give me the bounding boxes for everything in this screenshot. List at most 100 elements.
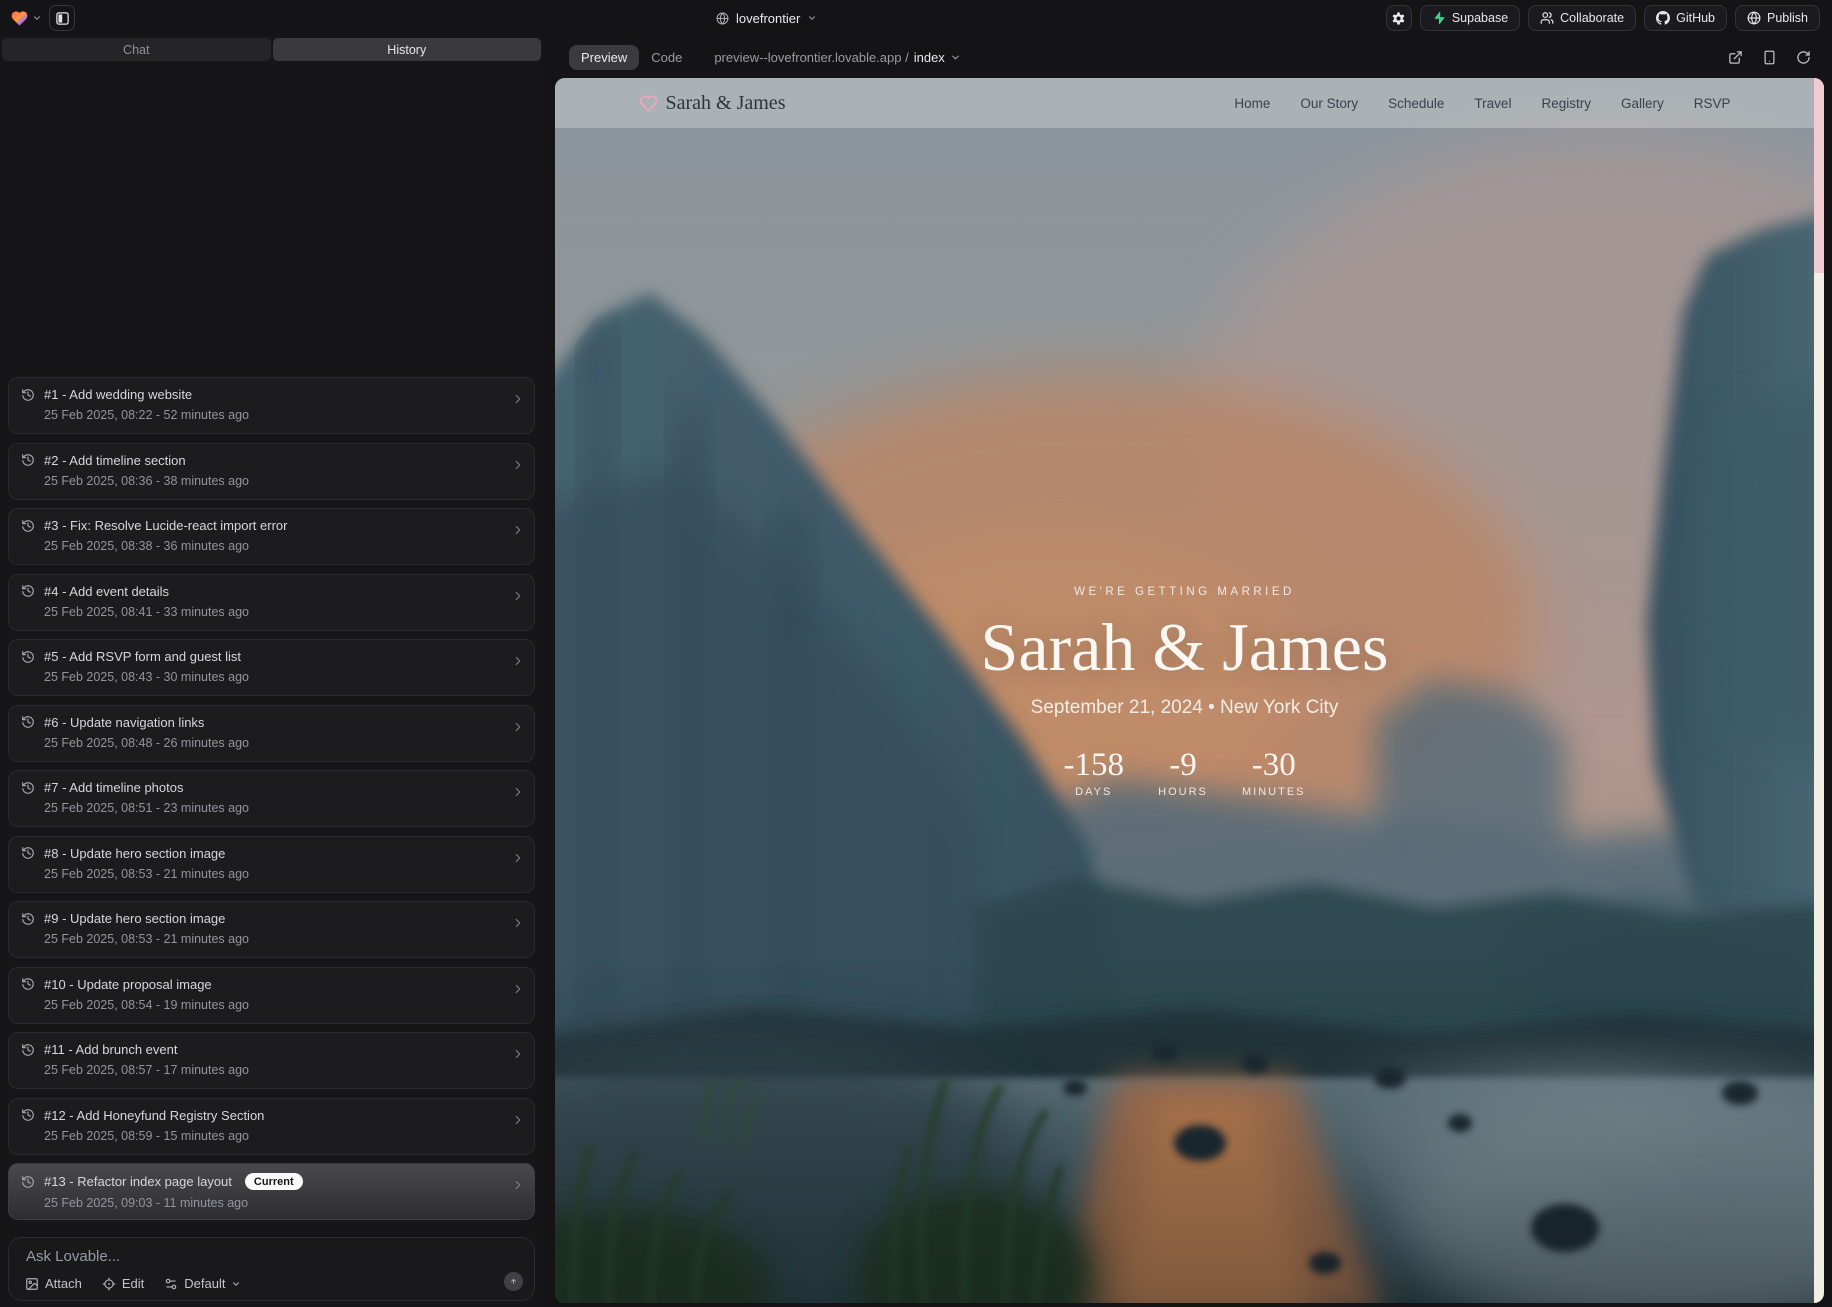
- chevron-right-icon: [511, 392, 525, 406]
- panel-tabs: Chat History: [2, 38, 541, 61]
- project-switcher[interactable]: lovefrontier: [716, 0, 817, 36]
- supabase-icon: [1432, 11, 1446, 25]
- history-icon: [21, 519, 35, 533]
- countdown-value: -158: [1064, 747, 1125, 783]
- history-item[interactable]: #7 - Add timeline photos 25 Feb 2025, 08…: [8, 770, 535, 827]
- preview-scrollbar-thumb[interactable]: [1814, 78, 1824, 273]
- countdown-label: HOURS: [1154, 786, 1212, 798]
- history-item-title: #1 - Add wedding website: [44, 387, 192, 402]
- history-item[interactable]: #12 - Add Honeyfund Registry Section 25 …: [8, 1098, 535, 1155]
- history-item[interactable]: #1 - Add wedding website 25 Feb 2025, 08…: [8, 377, 535, 434]
- history-item[interactable]: #13 - Refactor index page layout Current…: [8, 1163, 535, 1220]
- history-item-title: #5 - Add RSVP form and guest list: [44, 649, 241, 664]
- history-list: #1 - Add wedding website 25 Feb 2025, 08…: [8, 377, 535, 1220]
- toggle-sidebar-button[interactable]: [49, 5, 75, 31]
- history-icon: [21, 781, 35, 795]
- history-item-title: #9 - Update hero section image: [44, 911, 225, 926]
- history-item[interactable]: #9 - Update hero section image 25 Feb 20…: [8, 901, 535, 958]
- edit-button[interactable]: Edit: [102, 1276, 144, 1291]
- github-button[interactable]: GitHub: [1644, 5, 1727, 31]
- nav-link-registry[interactable]: Registry: [1541, 96, 1591, 111]
- history-item[interactable]: #2 - Add timeline section 25 Feb 2025, 0…: [8, 443, 535, 500]
- tab-preview[interactable]: Preview: [569, 45, 639, 70]
- lovable-logo-menu[interactable]: [10, 9, 42, 28]
- history-item-timestamp: 25 Feb 2025, 09:03 - 11 minutes ago: [44, 1196, 504, 1210]
- tab-history[interactable]: History: [273, 38, 542, 61]
- history-item-timestamp: 25 Feb 2025, 08:51 - 23 minutes ago: [44, 801, 504, 815]
- sidebar-panel-icon: [55, 11, 70, 26]
- tab-code[interactable]: Code: [639, 45, 694, 70]
- attach-button[interactable]: Attach: [25, 1276, 82, 1291]
- history-item[interactable]: #10 - Update proposal image 25 Feb 2025,…: [8, 967, 535, 1024]
- publish-button[interactable]: Publish: [1735, 5, 1820, 31]
- target-icon: [102, 1277, 116, 1291]
- site-nav: Home Our Story Schedule Travel Registry Galle…: [1234, 96, 1730, 111]
- site-logo[interactable]: Sarah & James: [639, 92, 786, 115]
- nav-link-gallery[interactable]: Gallery: [1621, 96, 1664, 111]
- site-logo-text: Sarah & James: [666, 92, 786, 115]
- chevron-right-icon: [511, 589, 525, 603]
- preview-scrollbar[interactable]: [1814, 78, 1824, 1303]
- history-item-title: #7 - Add timeline photos: [44, 780, 183, 795]
- smartphone-icon: [1762, 50, 1777, 65]
- history-item[interactable]: #6 - Update navigation links 25 Feb 2025…: [8, 705, 535, 762]
- countdown-label: DAYS: [1064, 786, 1125, 798]
- countdown-minutes: -30 MINUTES: [1242, 747, 1306, 798]
- chevron-down-icon: [231, 1279, 241, 1289]
- hero-eyebrow: WE'RE GETTING MARRIED: [555, 586, 1814, 598]
- countdown-days: -158 DAYS: [1064, 747, 1125, 798]
- website-preview[interactable]: Sarah & James Home Our Story Schedule Trave…: [555, 78, 1824, 1303]
- nav-link-home[interactable]: Home: [1234, 96, 1270, 111]
- history-icon: [21, 977, 35, 991]
- chevron-right-icon: [511, 982, 525, 996]
- mode-select[interactable]: Default: [164, 1276, 241, 1291]
- supabase-button[interactable]: Supabase: [1420, 5, 1520, 31]
- history-icon: [21, 453, 35, 467]
- external-link-icon: [1728, 50, 1743, 65]
- history-item[interactable]: #5 - Add RSVP form and guest list 25 Feb…: [8, 639, 535, 696]
- history-item[interactable]: #8 - Update hero section image 25 Feb 20…: [8, 836, 535, 893]
- nav-link-rsvp[interactable]: RSVP: [1694, 96, 1731, 111]
- collaborate-button[interactable]: Collaborate: [1528, 5, 1636, 31]
- countdown-label: MINUTES: [1242, 786, 1306, 798]
- preview-url[interactable]: preview--lovefrontier.lovable.app / inde…: [714, 50, 960, 65]
- refresh-button[interactable]: [1792, 46, 1814, 68]
- composer-actions: Attach Edit Default: [25, 1276, 241, 1291]
- chevron-right-icon: [511, 458, 525, 472]
- preview-header: Preview Code preview--lovefrontier.lovab…: [549, 38, 1832, 76]
- history-item-timestamp: 25 Feb 2025, 08:36 - 38 minutes ago: [44, 474, 504, 488]
- history-item-timestamp: 25 Feb 2025, 08:54 - 19 minutes ago: [44, 998, 504, 1012]
- settings-button[interactable]: [1386, 5, 1412, 31]
- history-icon: [21, 388, 35, 402]
- history-icon: [21, 650, 35, 664]
- hero-date: September 21, 2024 • New York City: [555, 697, 1814, 719]
- hero-content: WE'RE GETTING MARRIED Sarah & James Sept…: [555, 586, 1814, 798]
- chevron-right-icon: [511, 785, 525, 799]
- nav-link-travel[interactable]: Travel: [1474, 96, 1511, 111]
- open-in-new-tab-button[interactable]: [1724, 46, 1746, 68]
- history-icon: [21, 912, 35, 926]
- tab-chat[interactable]: Chat: [2, 38, 271, 61]
- nav-link-schedule[interactable]: Schedule: [1388, 96, 1444, 111]
- countdown-value: -30: [1242, 747, 1306, 783]
- chevron-right-icon: [511, 720, 525, 734]
- chat-input[interactable]: Ask Lovable...: [26, 1248, 120, 1265]
- send-button[interactable]: [504, 1272, 523, 1291]
- history-item-title: #6 - Update navigation links: [44, 715, 204, 730]
- history-icon: [21, 584, 35, 598]
- countdown-value: -9: [1154, 747, 1212, 783]
- topbar: lovefrontier Supabase Collaborate GitHub: [0, 0, 1832, 36]
- history-item[interactable]: #3 - Fix: Resolve Lucide-react import er…: [8, 508, 535, 565]
- history-item-timestamp: 25 Feb 2025, 08:22 - 52 minutes ago: [44, 408, 504, 422]
- users-icon: [1540, 11, 1554, 25]
- mobile-view-button[interactable]: [1758, 46, 1780, 68]
- history-item[interactable]: #4 - Add event details 25 Feb 2025, 08:4…: [8, 574, 535, 631]
- history-item[interactable]: #11 - Add brunch event 25 Feb 2025, 08:5…: [8, 1032, 535, 1089]
- composer[interactable]: Ask Lovable... Attach Edit Default: [8, 1237, 535, 1301]
- history-item-timestamp: 25 Feb 2025, 08:59 - 15 minutes ago: [44, 1129, 504, 1143]
- globe-icon: [1747, 11, 1761, 25]
- url-page: index: [914, 50, 945, 65]
- nav-link-our-story[interactable]: Our Story: [1300, 96, 1358, 111]
- history-item-timestamp: 25 Feb 2025, 08:53 - 21 minutes ago: [44, 932, 504, 946]
- history-item-timestamp: 25 Feb 2025, 08:57 - 17 minutes ago: [44, 1063, 504, 1077]
